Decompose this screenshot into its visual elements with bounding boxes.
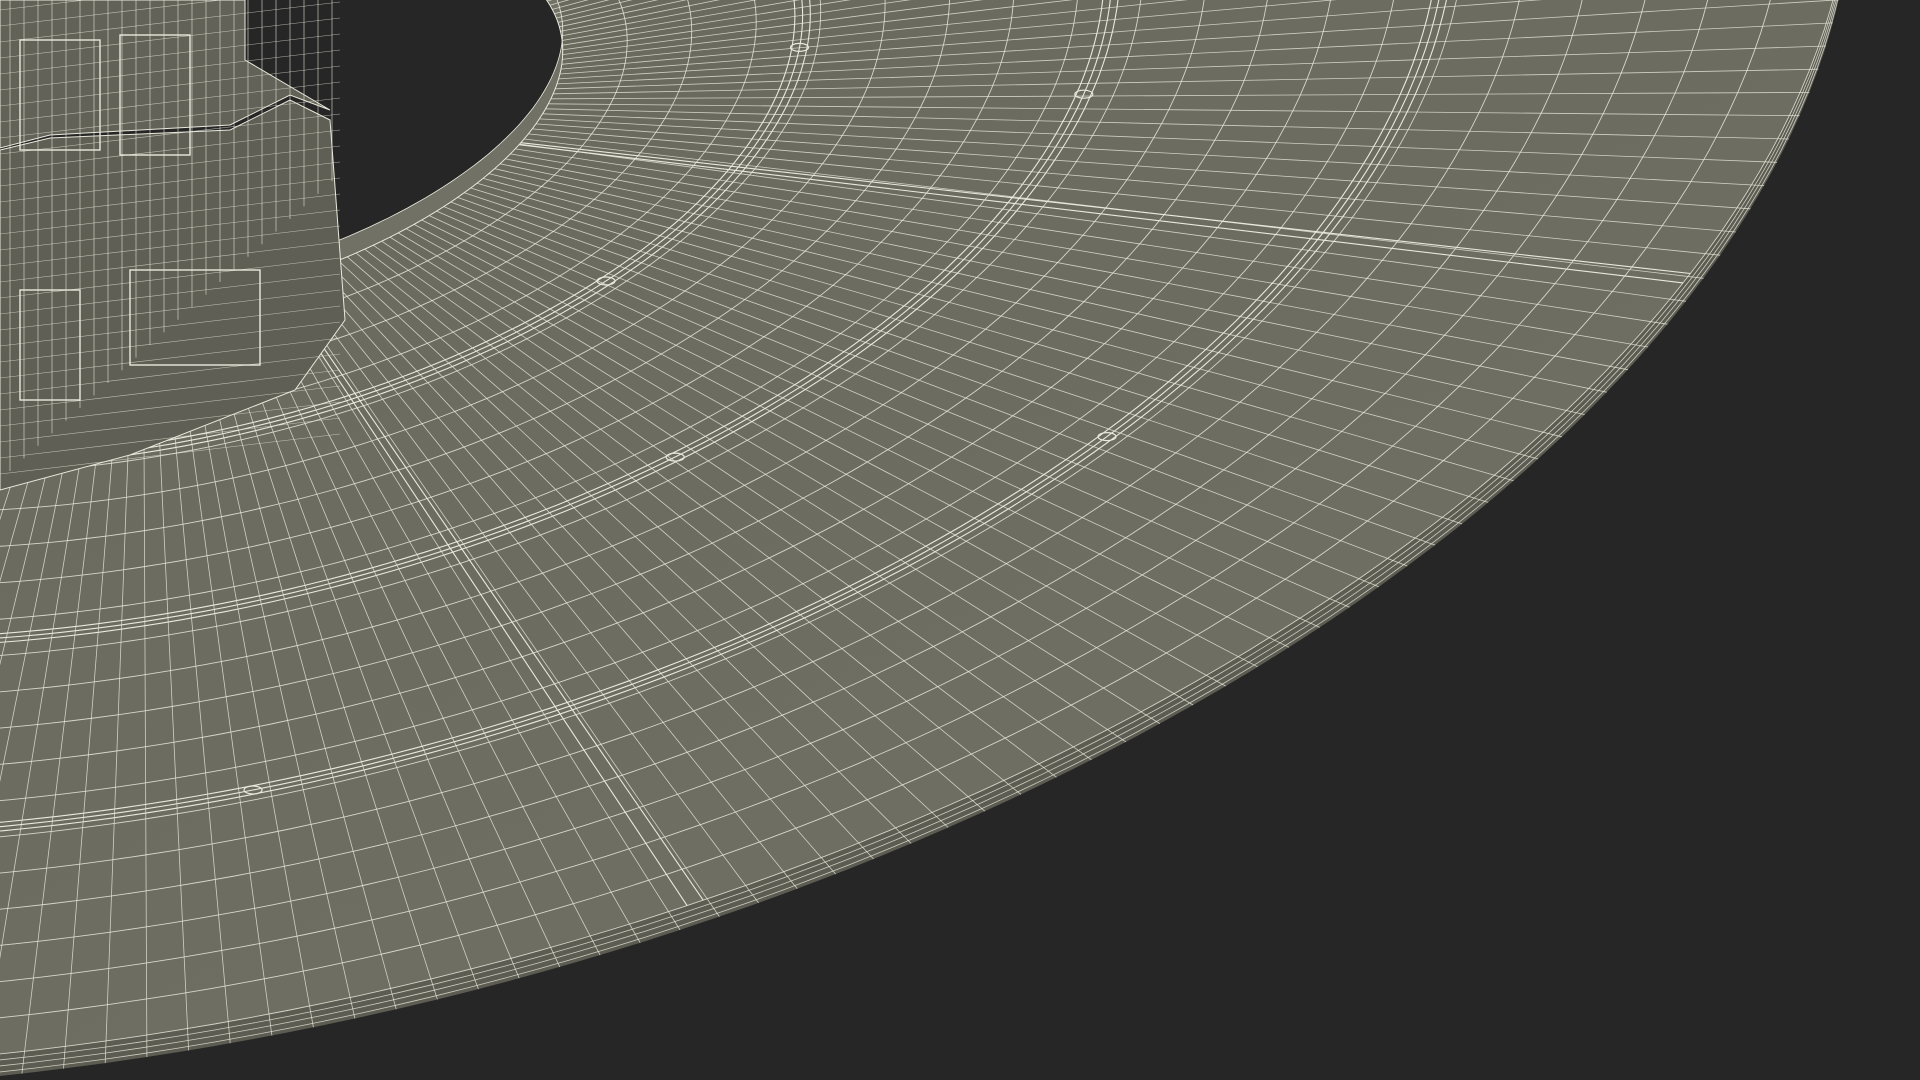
render-viewport	[0, 0, 1920, 1080]
wireframe-scene	[0, 0, 1839, 1076]
